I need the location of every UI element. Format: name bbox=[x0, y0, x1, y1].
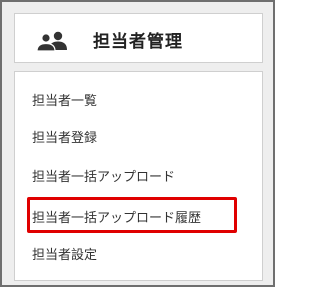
section-title: 担当者管理 bbox=[93, 32, 183, 52]
menu-item-staff-bulk-upload[interactable]: 担当者一括アップロード bbox=[32, 166, 175, 185]
menu-item-staff-settings[interactable]: 担当者設定 bbox=[32, 244, 97, 263]
menu-item-staff-list[interactable]: 担当者一覧 bbox=[32, 90, 97, 109]
sidebar-panel: 担当者管理 担当者一覧 担当者登録 担当者一括アップロード 担当者一括アップロー… bbox=[0, 0, 275, 287]
users-icon bbox=[36, 31, 67, 51]
section-header: 担当者管理 bbox=[14, 13, 263, 63]
menu-item-staff-register[interactable]: 担当者登録 bbox=[32, 127, 97, 146]
highlight-box bbox=[27, 197, 237, 233]
menu-list: 担当者一覧 担当者登録 担当者一括アップロード 担当者一括アップロード履歴 担当… bbox=[14, 71, 263, 281]
